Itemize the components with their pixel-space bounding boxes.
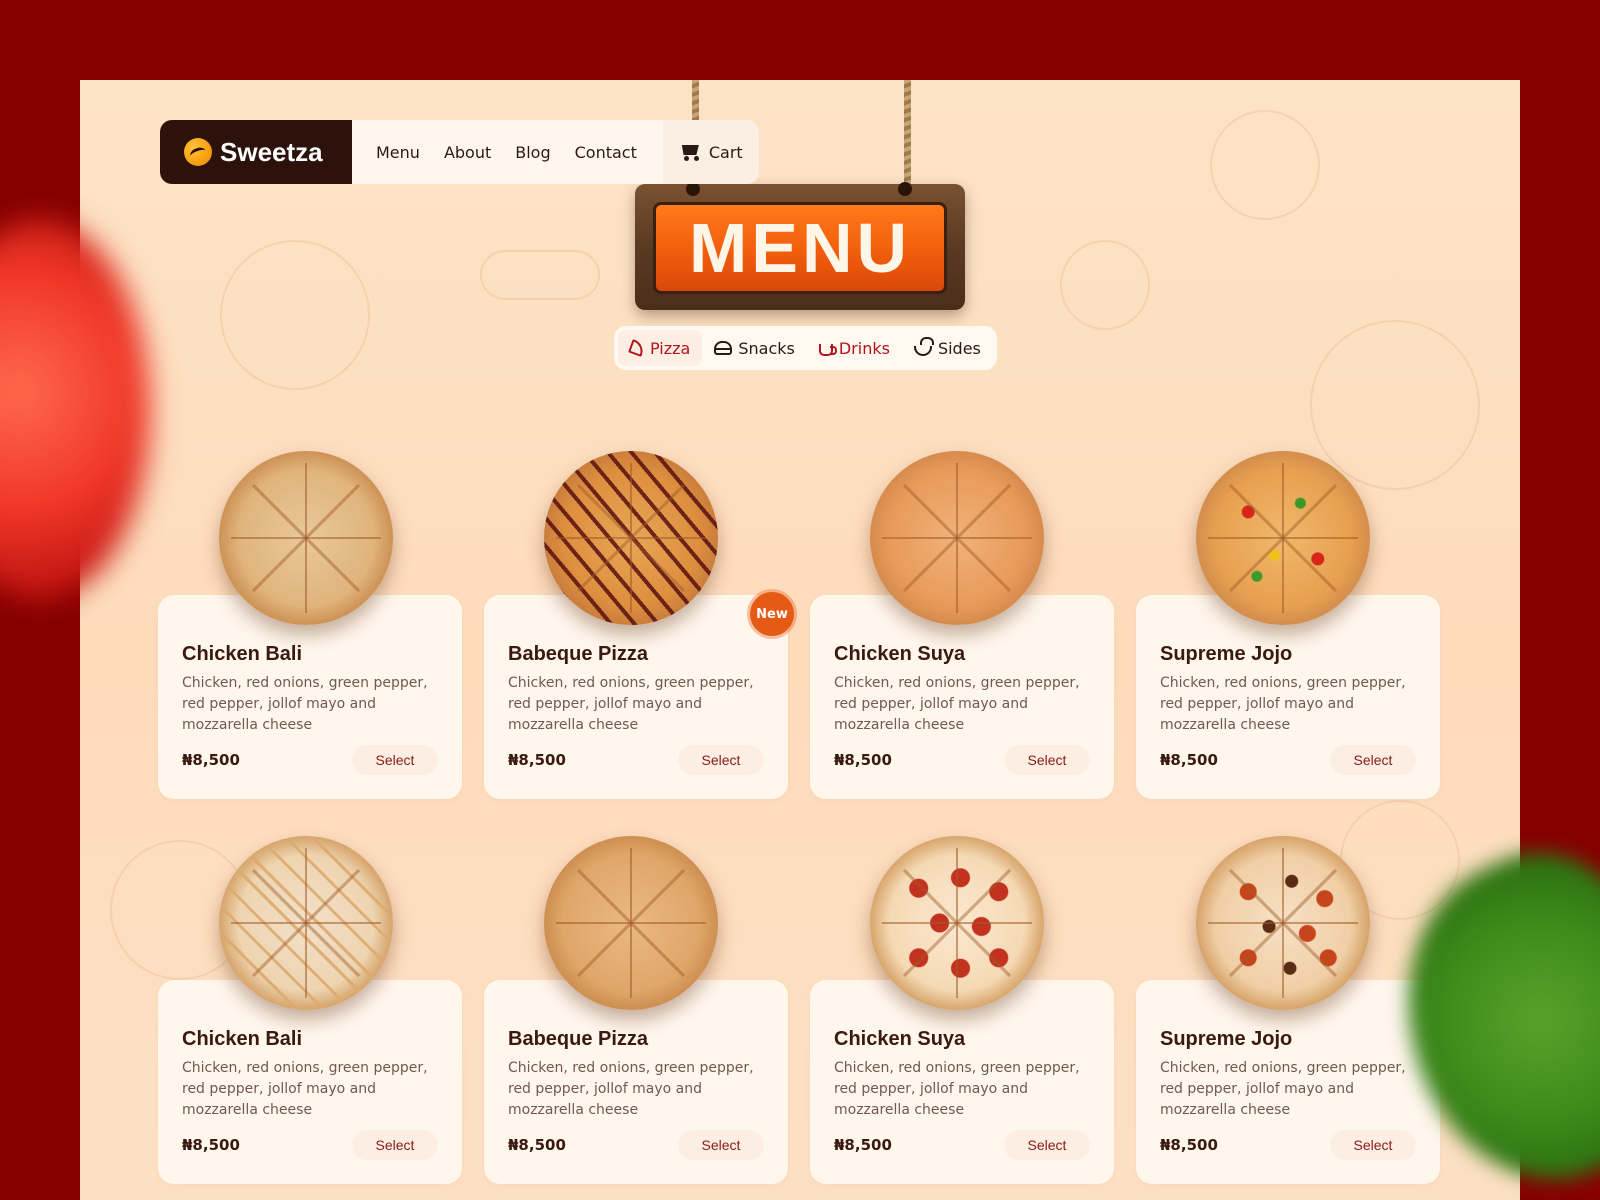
brand[interactable]: Sweetza bbox=[160, 120, 352, 184]
select-button[interactable]: Select bbox=[1004, 745, 1090, 775]
product-name: Supreme Jojo bbox=[1160, 643, 1293, 665]
nav-links: Menu About Blog Contact bbox=[352, 120, 663, 184]
brand-name: Sweetza bbox=[220, 136, 323, 167]
doodle-plate bbox=[1060, 240, 1150, 330]
menu-sign-text: MENU bbox=[688, 209, 912, 287]
tab-pizza[interactable]: Pizza bbox=[618, 330, 703, 366]
cart-icon bbox=[679, 143, 701, 161]
pizza-image-babeque bbox=[544, 451, 718, 625]
product-description: Chicken, red onions, green pepper, red p… bbox=[508, 675, 754, 733]
pizza-image-babeque bbox=[544, 836, 718, 1010]
product-card[interactable]: Babeque Pizza Chicken, red onions, green… bbox=[484, 980, 788, 1184]
sign-rope-right bbox=[904, 80, 911, 192]
product-description: Chicken, red onions, green pepper, red p… bbox=[1160, 1060, 1406, 1118]
pizza-icon bbox=[628, 339, 646, 357]
product-description: Chicken, red onions, green pepper, red p… bbox=[834, 1060, 1080, 1118]
select-button[interactable]: Select bbox=[678, 1130, 764, 1160]
nav-link-menu[interactable]: Menu bbox=[364, 143, 432, 162]
product-name: Chicken Suya bbox=[834, 1028, 966, 1050]
cup-icon bbox=[818, 344, 837, 356]
pizza-image-chicken-suya bbox=[870, 451, 1044, 625]
select-button[interactable]: Select bbox=[352, 1130, 438, 1160]
tab-sides[interactable]: Sides bbox=[902, 330, 993, 366]
product-name: Chicken Bali bbox=[182, 643, 303, 665]
tab-label: Pizza bbox=[650, 338, 691, 358]
product-description: Chicken, red onions, green pepper, red p… bbox=[1160, 675, 1406, 733]
product-price: ₦8,500 bbox=[508, 1136, 566, 1154]
pizza-image-supreme-jojo bbox=[1196, 836, 1370, 1010]
menu-sign: MENU bbox=[635, 182, 965, 310]
nav-link-contact[interactable]: Contact bbox=[563, 143, 649, 162]
doodle-hotdog bbox=[480, 250, 600, 300]
sign-hook-right bbox=[898, 182, 912, 196]
product-card[interactable]: Chicken Suya Chicken, red onions, green … bbox=[810, 595, 1114, 799]
brand-logo-icon bbox=[184, 138, 212, 166]
product-price: ₦8,500 bbox=[182, 751, 240, 769]
select-button[interactable]: Select bbox=[1004, 1130, 1090, 1160]
product-card[interactable]: Chicken Bali Chicken, red onions, green … bbox=[158, 595, 462, 799]
nav-link-about[interactable]: About bbox=[432, 143, 503, 162]
product-price: ₦8,500 bbox=[834, 1136, 892, 1154]
select-button[interactable]: Select bbox=[678, 745, 764, 775]
top-navbar: Sweetza Menu About Blog Contact Cart bbox=[160, 120, 759, 184]
product-price: ₦8,500 bbox=[834, 751, 892, 769]
bowl-icon bbox=[913, 336, 934, 356]
pizza-image-chicken-suya bbox=[870, 836, 1044, 1010]
product-description: Chicken, red onions, green pepper, red p… bbox=[182, 675, 428, 733]
pizza-image-chicken-bali bbox=[219, 451, 393, 625]
tab-label: Snacks bbox=[738, 338, 795, 358]
product-name: Babeque Pizza bbox=[508, 643, 649, 665]
burger-icon bbox=[714, 341, 733, 355]
doodle-burger bbox=[1310, 320, 1480, 490]
pizza-image-supreme-jojo bbox=[1196, 451, 1370, 625]
doodle-donut bbox=[1210, 110, 1320, 220]
product-name: Babeque Pizza bbox=[508, 1028, 649, 1050]
product-card[interactable]: Chicken Suya Chicken, red onions, green … bbox=[810, 980, 1114, 1184]
select-button[interactable]: Select bbox=[1330, 745, 1416, 775]
category-tabs: Pizza Snacks Drinks Sides bbox=[614, 326, 997, 370]
product-price: ₦8,500 bbox=[1160, 1136, 1218, 1154]
select-button[interactable]: Select bbox=[1330, 1130, 1416, 1160]
product-description: Chicken, red onions, green pepper, red p… bbox=[834, 675, 1080, 733]
product-name: Chicken Suya bbox=[834, 643, 966, 665]
product-name: Supreme Jojo bbox=[1160, 1028, 1293, 1050]
pizza-image-chicken-bali bbox=[219, 836, 393, 1010]
product-price: ₦8,500 bbox=[182, 1136, 240, 1154]
product-description: Chicken, red onions, green pepper, red p… bbox=[508, 1060, 754, 1118]
new-badge: New bbox=[750, 592, 794, 636]
menu-page: Sweetza Menu About Blog Contact Cart MEN… bbox=[80, 80, 1520, 1200]
product-price: ₦8,500 bbox=[508, 751, 566, 769]
product-card[interactable]: Supreme Jojo Chicken, red onions, green … bbox=[1136, 980, 1440, 1184]
tab-label: Sides bbox=[937, 338, 981, 358]
sign-hook-left bbox=[686, 182, 700, 196]
tab-drinks[interactable]: Drinks bbox=[807, 330, 902, 366]
menu-sign-board: MENU bbox=[653, 202, 947, 294]
nav-link-blog[interactable]: Blog bbox=[503, 143, 562, 162]
tab-snacks[interactable]: Snacks bbox=[702, 330, 807, 366]
select-button[interactable]: Select bbox=[352, 745, 438, 775]
product-name: Chicken Bali bbox=[182, 1028, 303, 1050]
product-card[interactable]: Chicken Bali Chicken, red onions, green … bbox=[158, 980, 462, 1184]
product-price: ₦8,500 bbox=[1160, 751, 1218, 769]
product-description: Chicken, red onions, green pepper, red p… bbox=[182, 1060, 428, 1118]
cart-label: Cart bbox=[708, 142, 743, 162]
cart-button[interactable]: Cart bbox=[662, 120, 759, 184]
product-card[interactable]: Supreme Jojo Chicken, red onions, green … bbox=[1136, 595, 1440, 799]
tab-label: Drinks bbox=[838, 338, 890, 358]
product-card[interactable]: Babeque Pizza Chicken, red onions, green… bbox=[484, 595, 788, 799]
doodle-pizza bbox=[220, 240, 370, 390]
